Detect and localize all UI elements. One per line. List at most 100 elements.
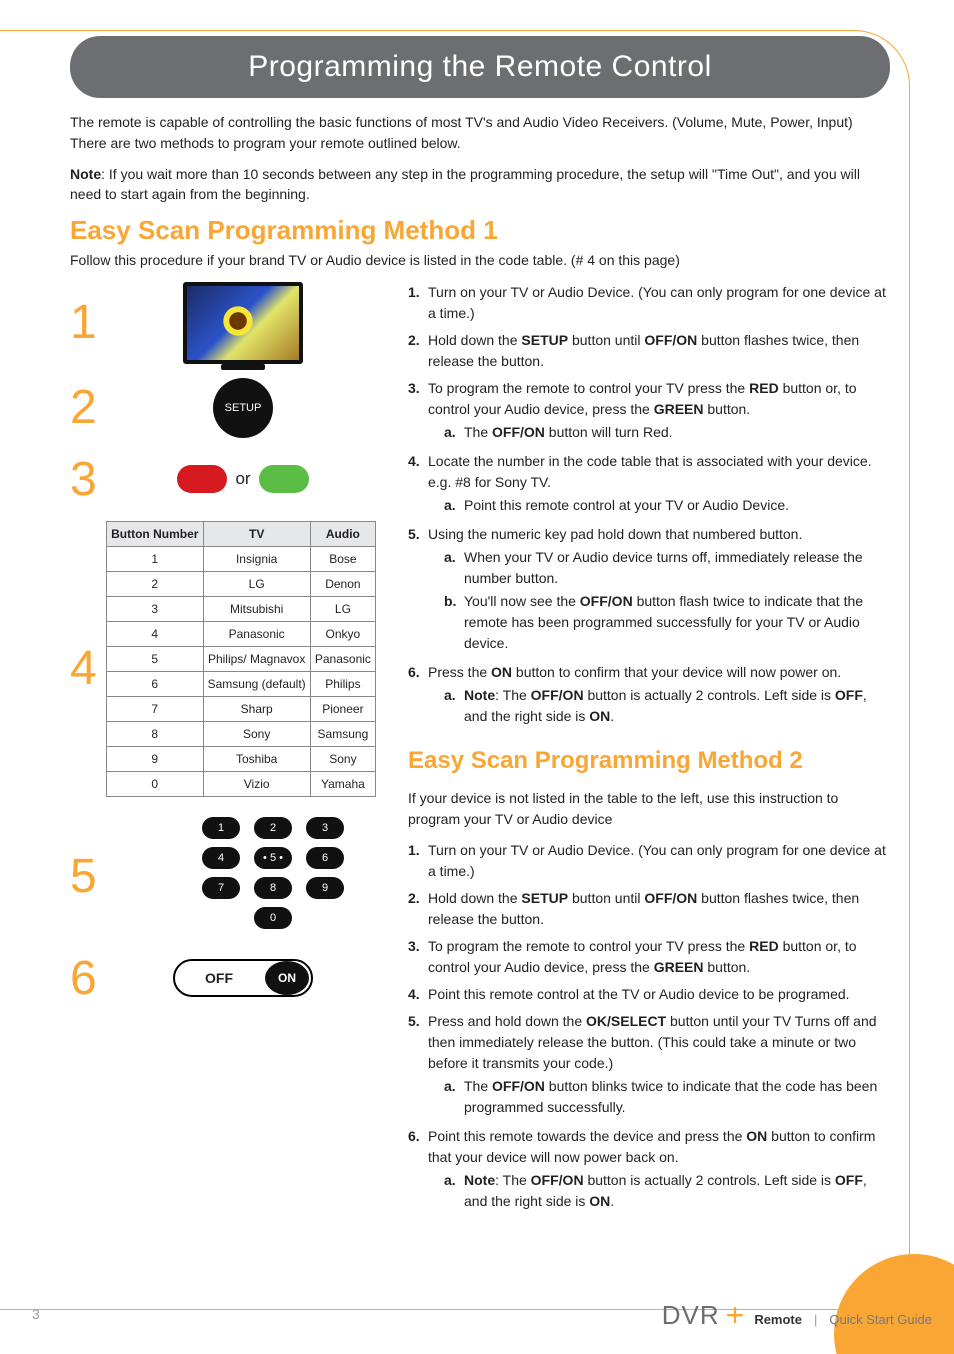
step-text: To program the remote to control your TV… bbox=[428, 378, 890, 445]
cell-audio: Pioneer bbox=[310, 696, 375, 721]
red-button-icon bbox=[177, 465, 227, 493]
method1-intro: Follow this procedure if your brand TV o… bbox=[70, 252, 890, 268]
table-row: 2LGDenon bbox=[107, 571, 376, 596]
list-item: 5.Press and hold down the OK/SELECT butt… bbox=[408, 1011, 890, 1120]
diagram-step-5: 5 1 2 3 4 • 5 • 6 bbox=[70, 817, 380, 937]
list-item: a.The OFF/ON button will turn Red. bbox=[444, 422, 890, 443]
page-title: Programming the Remote Control bbox=[248, 50, 712, 83]
cell-tv: Sony bbox=[203, 721, 310, 746]
method2-steps: 1.Turn on your TV or Audio Device. (You … bbox=[408, 840, 890, 1214]
keypad-5: • 5 • bbox=[254, 847, 292, 869]
setup-button-label: SETUP bbox=[225, 402, 262, 414]
cell-audio: Panasonic bbox=[310, 646, 375, 671]
list-item: 2. Hold down the SETUP button until OFF/… bbox=[408, 330, 890, 372]
cell-num: 3 bbox=[107, 596, 204, 621]
cell-audio: Denon bbox=[310, 571, 375, 596]
list-item: 4.Point this remote control at the TV or… bbox=[408, 984, 890, 1005]
keypad-8: 8 bbox=[254, 877, 292, 899]
cell-num: 7 bbox=[107, 696, 204, 721]
setup-button-icon: SETUP bbox=[213, 378, 273, 438]
list-item: a.Note: The OFF/ON button is actually 2 … bbox=[444, 685, 890, 727]
cell-tv: Insignia bbox=[203, 546, 310, 571]
table-row: 1InsigniaBose bbox=[107, 546, 376, 571]
page-title-bar: Programming the Remote Control bbox=[70, 36, 890, 98]
tv-icon bbox=[183, 282, 303, 364]
cell-tv: LG bbox=[203, 571, 310, 596]
cell-tv: Toshiba bbox=[203, 746, 310, 771]
cell-audio: Philips bbox=[310, 671, 375, 696]
note-label: Note bbox=[70, 166, 101, 182]
code-table-head-number: Button Number bbox=[107, 521, 204, 546]
substeps: a.Note: The OFF/ON button is actually 2 … bbox=[428, 685, 890, 727]
keypad-0: 0 bbox=[254, 907, 292, 929]
on-label: ON bbox=[265, 961, 309, 995]
cell-tv: Vizio bbox=[203, 771, 310, 796]
keypad-4: 4 bbox=[202, 847, 240, 869]
list-item: 6.Point this remote towards the device a… bbox=[408, 1126, 890, 1214]
substeps: a.The OFF/ON button will turn Red. bbox=[428, 422, 890, 443]
off-label: OFF bbox=[175, 970, 263, 986]
diagram-step-1: 1 bbox=[70, 282, 380, 364]
diagram-step-number: 2 bbox=[70, 380, 106, 435]
substeps: a.When your TV or Audio device turns off… bbox=[428, 547, 890, 654]
footer: 3 DVR+ Remote | Quick Start Guide bbox=[32, 1295, 932, 1332]
step-number: 5. bbox=[408, 524, 428, 656]
off-on-button-icon: OFF ON bbox=[173, 959, 313, 997]
list-item: 6. Press the ON button to confirm that y… bbox=[408, 662, 890, 729]
table-row: 6Samsung (default)Philips bbox=[107, 671, 376, 696]
keypad-icon: 1 2 3 4 • 5 • 6 7 8 bbox=[188, 817, 358, 937]
cell-num: 0 bbox=[107, 771, 204, 796]
brand-dvr: DVR bbox=[662, 1300, 720, 1331]
two-column-layout: 1 2 SETUP 3 bbox=[70, 282, 890, 1221]
list-item: a.Note: The OFF/ON button is actually 2 … bbox=[444, 1170, 890, 1212]
cell-tv: Samsung (default) bbox=[203, 671, 310, 696]
intro-paragraph: The remote is capable of controlling the… bbox=[70, 112, 890, 154]
list-item: b.You'll now see the OFF/ON button flash… bbox=[444, 591, 890, 654]
keypad-2: 2 bbox=[254, 817, 292, 839]
keypad-9: 9 bbox=[306, 877, 344, 899]
page: Programming the Remote Control The remot… bbox=[0, 0, 954, 1354]
list-item: 4. Locate the number in the code table t… bbox=[408, 451, 890, 518]
note-paragraph: Note: If you wait more than 10 seconds b… bbox=[70, 164, 890, 205]
cell-tv: Panasonic bbox=[203, 621, 310, 646]
code-table: Button Number TV Audio 1InsigniaBose 2LG… bbox=[106, 521, 376, 797]
page-number: 3 bbox=[32, 1306, 40, 1322]
diagram-step-6: 6 OFF ON bbox=[70, 951, 380, 1006]
code-table-head-audio: Audio bbox=[310, 521, 375, 546]
method1-steps: 1. Turn on your TV or Audio Device. (You… bbox=[408, 282, 890, 729]
sunflower-icon bbox=[221, 304, 255, 338]
brand-plus: + bbox=[726, 1297, 745, 1334]
brand-remote: Remote bbox=[754, 1312, 802, 1327]
cell-num: 9 bbox=[107, 746, 204, 771]
cell-num: 8 bbox=[107, 721, 204, 746]
step-number: 6. bbox=[408, 662, 428, 729]
cell-num: 1 bbox=[107, 546, 204, 571]
step-number: 4. bbox=[408, 451, 428, 518]
left-column: 1 2 SETUP 3 bbox=[70, 282, 380, 1221]
keypad-3: 3 bbox=[306, 817, 344, 839]
step-text: Using the numeric key pad hold down that… bbox=[428, 524, 890, 656]
cell-tv: Sharp bbox=[203, 696, 310, 721]
cell-num: 6 bbox=[107, 671, 204, 696]
table-row: 3MitsubishiLG bbox=[107, 596, 376, 621]
cell-audio: Samsung bbox=[310, 721, 375, 746]
cell-num: 5 bbox=[107, 646, 204, 671]
list-item: 1.Turn on your TV or Audio Device. (You … bbox=[408, 840, 890, 882]
table-row: 8SonySamsung bbox=[107, 721, 376, 746]
substeps: a.Note: The OFF/ON button is actually 2 … bbox=[428, 1170, 890, 1212]
table-row: 0VizioYamaha bbox=[107, 771, 376, 796]
code-table-head-tv: TV bbox=[203, 521, 310, 546]
list-item: 3.To program the remote to control your … bbox=[408, 936, 890, 978]
list-item: 1. Turn on your TV or Audio Device. (You… bbox=[408, 282, 890, 324]
table-row: 7SharpPioneer bbox=[107, 696, 376, 721]
cell-audio: Sony bbox=[310, 746, 375, 771]
list-item: a.When your TV or Audio device turns off… bbox=[444, 547, 890, 589]
cell-tv: Philips/ Magnavox bbox=[203, 646, 310, 671]
cell-audio: Yamaha bbox=[310, 771, 375, 796]
cell-audio: Onkyo bbox=[310, 621, 375, 646]
cell-num: 2 bbox=[107, 571, 204, 596]
green-button-icon bbox=[259, 465, 309, 493]
cell-audio: Bose bbox=[310, 546, 375, 571]
list-item: a.The OFF/ON button blinks twice to indi… bbox=[444, 1076, 890, 1118]
diagram-step-number: 4 bbox=[70, 641, 106, 696]
